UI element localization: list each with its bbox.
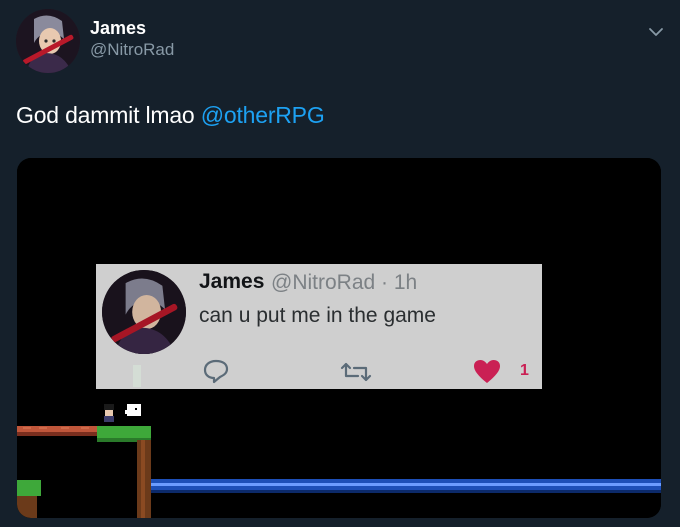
embedded-avatar [102,270,186,354]
author-avatar[interactable] [16,9,80,73]
retweet-icon [340,360,372,389]
tweet-body: God dammit lmao [16,102,201,128]
avatar-illustration [16,9,80,73]
heart-icon [473,359,501,390]
author-name[interactable]: James [90,18,146,39]
chevron-down-icon[interactable] [646,22,666,42]
embedded-author-handle: @NitroRad · 1h [271,271,418,294]
embedded-tweet-text: can u put me in the game [199,304,436,327]
embedded-author-name: James [199,270,265,293]
mention-link[interactable]: @otherRPG [201,102,325,128]
author-handle[interactable]: @NitroRad [90,40,174,60]
embedded-tweet-screenshot: James @NitroRad · 1h can u put me in the… [96,264,542,389]
like-count: 1 [520,362,529,379]
tweet-media[interactable]: James @NitroRad · 1h can u put me in the… [17,158,661,518]
tweet-text: God dammit lmao @otherRPG [16,102,325,129]
reply-icon [202,358,230,389]
